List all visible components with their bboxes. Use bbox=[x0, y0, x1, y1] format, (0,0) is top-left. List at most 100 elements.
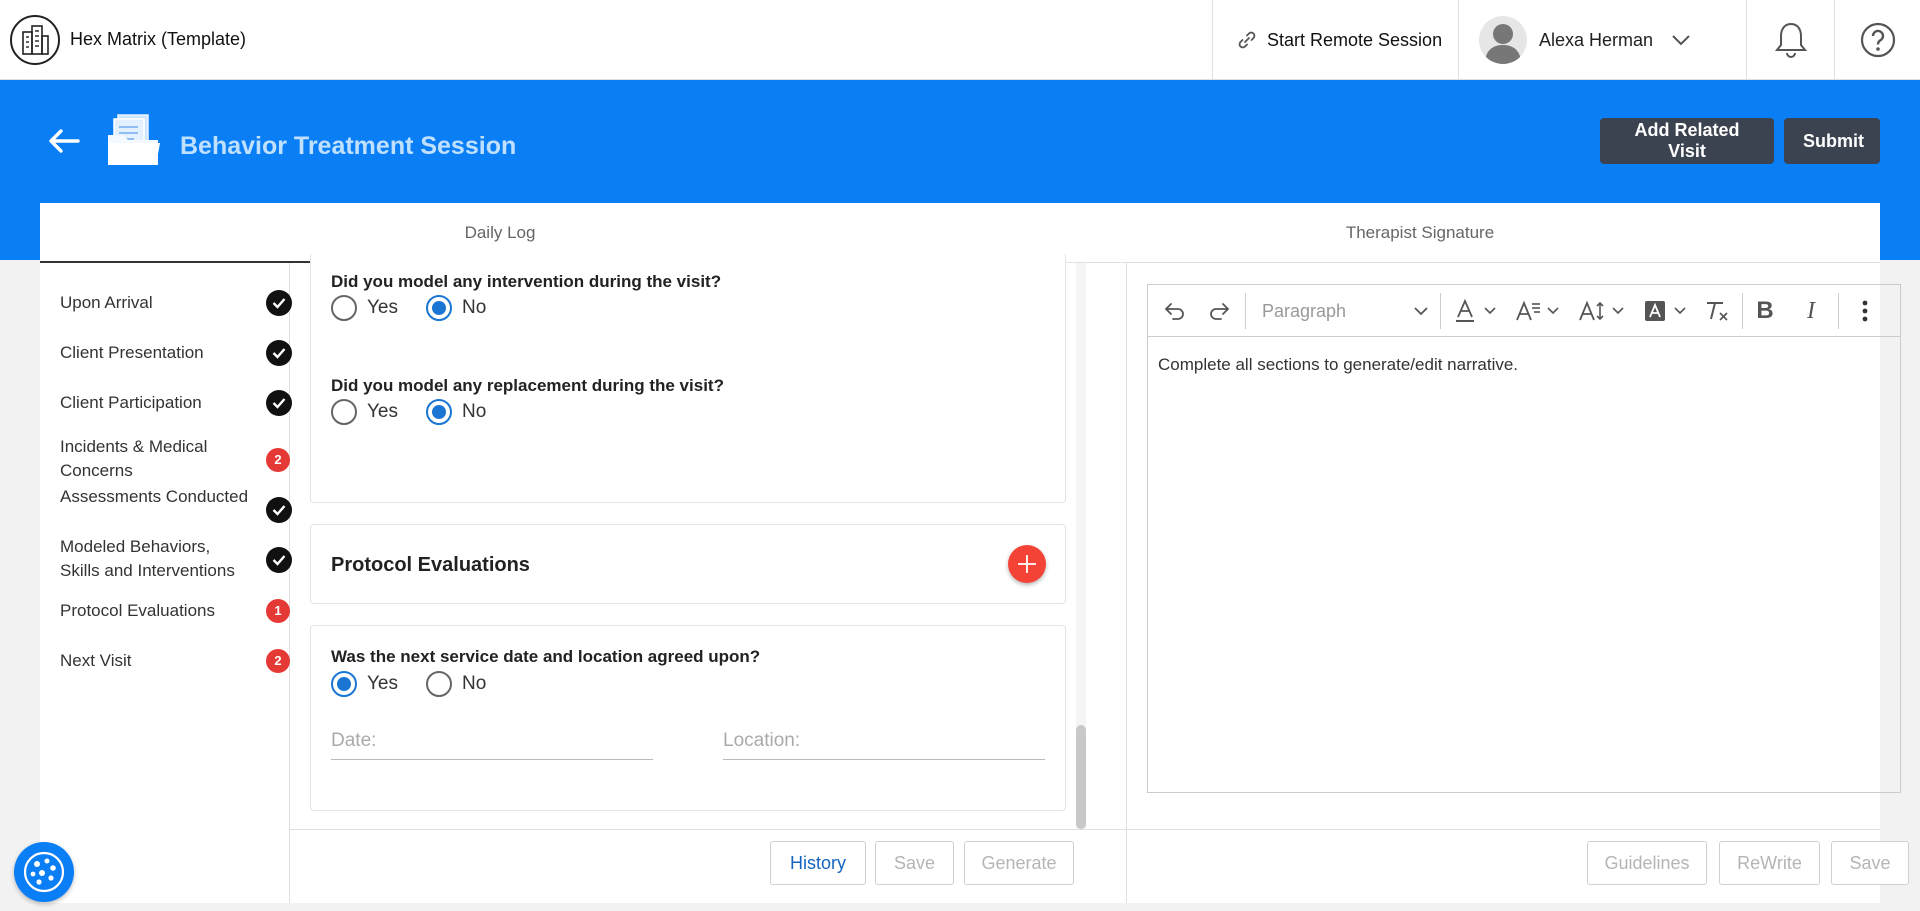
folder-documents-icon bbox=[108, 114, 160, 165]
sidebar-item-label: Assessments Conducted bbox=[60, 487, 249, 506]
start-remote-session-label: Start Remote Session bbox=[1267, 29, 1443, 50]
sidebar-item-protocol-evaluations[interactable]: Protocol Evaluations 1 bbox=[60, 598, 290, 624]
undo-icon[interactable] bbox=[1158, 285, 1192, 337]
protocol-evaluations-card: Protocol Evaluations bbox=[310, 524, 1066, 604]
sidebar-item-client-presentation[interactable]: Client Presentation bbox=[60, 340, 292, 366]
guidelines-button[interactable]: Guidelines bbox=[1587, 841, 1707, 885]
intervention-no-radio[interactable] bbox=[426, 295, 452, 321]
back-arrow-icon[interactable] bbox=[48, 128, 80, 154]
help-button[interactable] bbox=[1834, 0, 1920, 80]
remove-format-icon[interactable] bbox=[1700, 285, 1734, 337]
intervention-radio-group: Yes No bbox=[331, 295, 514, 321]
no-label: No bbox=[462, 297, 487, 318]
sidebar-item-label: Upon Arrival bbox=[60, 293, 153, 312]
incomplete-count-badge: 1 bbox=[266, 599, 290, 623]
incomplete-count-badge: 2 bbox=[266, 448, 290, 472]
editor-footer: Guidelines ReWrite Save bbox=[1127, 829, 1909, 903]
building-logo-icon[interactable] bbox=[10, 15, 60, 65]
check-icon bbox=[266, 290, 292, 316]
italic-icon[interactable]: I bbox=[1794, 285, 1828, 337]
replacement-yes-radio[interactable] bbox=[331, 399, 357, 425]
avatar bbox=[1479, 16, 1527, 64]
incomplete-count-badge: 2 bbox=[266, 649, 290, 673]
generate-button[interactable]: Generate bbox=[964, 841, 1074, 885]
chevron-down-icon bbox=[1414, 306, 1428, 315]
start-remote-session-button[interactable]: Start Remote Session bbox=[1212, 0, 1458, 80]
sidebar-item-label: Incidents & Medical Concerns bbox=[60, 437, 208, 480]
sidebar-item-assessments-conducted[interactable]: Assessments Conducted bbox=[60, 485, 292, 533]
section-sidebar: Upon Arrival Client Presentation Client … bbox=[40, 263, 292, 903]
date-field[interactable]: Date: bbox=[331, 724, 653, 760]
plus-icon bbox=[1018, 555, 1036, 573]
yes-label: Yes bbox=[367, 401, 398, 422]
location-field[interactable]: Location: bbox=[723, 724, 1045, 760]
cookie-settings-button[interactable] bbox=[14, 842, 74, 902]
editor-save-button[interactable]: Save bbox=[1831, 841, 1909, 885]
highlight-color-icon[interactable] bbox=[1638, 285, 1692, 337]
sidebar-item-label: Client Participation bbox=[60, 393, 202, 412]
sidebar-item-label: Next Visit bbox=[60, 651, 132, 670]
toolbar-divider bbox=[1440, 293, 1441, 329]
top-bar: Hex Matrix (Template) Start Remote Sessi… bbox=[0, 0, 1920, 80]
form-footer: History Save Generate bbox=[290, 829, 1126, 903]
replacement-radio-group: Yes No bbox=[331, 399, 514, 425]
check-icon bbox=[266, 390, 292, 416]
form-scrollbar-thumb[interactable] bbox=[1076, 725, 1086, 829]
bold-icon[interactable]: B bbox=[1748, 285, 1782, 337]
check-icon bbox=[266, 497, 292, 523]
sidebar-item-label: Client Presentation bbox=[60, 343, 204, 362]
font-size-icon[interactable] bbox=[1572, 285, 1630, 337]
sidebar-item-modeled-behaviors[interactable]: Modeled Behaviors, Skills and Interventi… bbox=[60, 535, 292, 583]
font-family-icon[interactable] bbox=[1510, 285, 1564, 337]
check-icon bbox=[266, 340, 292, 366]
rewrite-button[interactable]: ReWrite bbox=[1719, 841, 1820, 885]
toolbar-divider bbox=[1245, 293, 1246, 329]
sidebar-item-label: Modeled Behaviors, Skills and Interventi… bbox=[60, 537, 235, 580]
next-visit-card: Was the next service date and location a… bbox=[310, 625, 1066, 811]
top-right-actions: Start Remote Session Alexa Herman bbox=[1212, 0, 1920, 80]
redo-icon[interactable] bbox=[1202, 285, 1236, 337]
replacement-no-radio[interactable] bbox=[426, 399, 452, 425]
toolbar-divider bbox=[1838, 293, 1839, 329]
question-replacement: Did you model any replacement during the… bbox=[331, 376, 724, 395]
modeled-behaviors-card: Did you model any intervention during th… bbox=[310, 253, 1066, 503]
bell-icon bbox=[1774, 22, 1807, 58]
editor-content-area[interactable]: Complete all sections to generate/edit n… bbox=[1148, 337, 1900, 393]
sidebar-item-next-visit[interactable]: Next Visit 2 bbox=[60, 648, 290, 674]
history-button[interactable]: History bbox=[770, 841, 866, 885]
user-name: Alexa Herman bbox=[1539, 29, 1654, 50]
chevron-down-icon[interactable] bbox=[1671, 34, 1691, 46]
app-title: Hex Matrix (Template) bbox=[70, 29, 247, 49]
check-icon bbox=[266, 547, 292, 573]
tab-therapist-signature[interactable]: Therapist Signature bbox=[960, 203, 1880, 262]
yes-label: Yes bbox=[367, 673, 398, 694]
question-intervention: Did you model any intervention during th… bbox=[331, 272, 722, 291]
sidebar-item-label: Protocol Evaluations bbox=[60, 601, 215, 620]
paragraph-style-value: Paragraph bbox=[1262, 300, 1347, 321]
editor-toolbar: Paragraph B I bbox=[1148, 285, 1900, 337]
page-title: Behavior Treatment Session bbox=[180, 132, 517, 160]
toolbar-divider bbox=[1742, 293, 1743, 329]
user-menu[interactable]: Alexa Herman bbox=[1458, 0, 1746, 80]
font-color-icon[interactable] bbox=[1448, 285, 1502, 337]
paragraph-style-select[interactable]: Paragraph bbox=[1252, 285, 1438, 337]
intervention-yes-radio[interactable] bbox=[331, 295, 357, 321]
next-service-no-radio[interactable] bbox=[426, 671, 452, 697]
next-service-yes-radio[interactable] bbox=[331, 671, 357, 697]
no-label: No bbox=[462, 673, 487, 694]
add-protocol-button[interactable] bbox=[1008, 545, 1046, 583]
save-button[interactable]: Save bbox=[875, 841, 954, 885]
more-options-icon[interactable] bbox=[1848, 285, 1882, 337]
protocol-evaluations-title: Protocol Evaluations bbox=[331, 554, 530, 576]
sidebar-item-incidents-medical-concerns[interactable]: Incidents & Medical Concerns 2 bbox=[60, 435, 290, 483]
notifications-button[interactable] bbox=[1746, 0, 1834, 80]
narrative-editor-column: Paragraph B I Complete all sections to g… bbox=[1126, 263, 1909, 903]
add-related-visit-button[interactable]: Add Related Visit bbox=[1600, 118, 1774, 164]
submit-button[interactable]: Submit bbox=[1784, 118, 1880, 164]
sidebar-item-upon-arrival[interactable]: Upon Arrival bbox=[60, 290, 292, 316]
sidebar-item-client-participation[interactable]: Client Participation bbox=[60, 390, 292, 416]
link-icon bbox=[1238, 31, 1256, 49]
cookie-icon bbox=[23, 851, 65, 893]
form-column: Did you model any intervention during th… bbox=[290, 253, 1126, 903]
main-panel: Upon Arrival Client Presentation Client … bbox=[40, 253, 1909, 903]
